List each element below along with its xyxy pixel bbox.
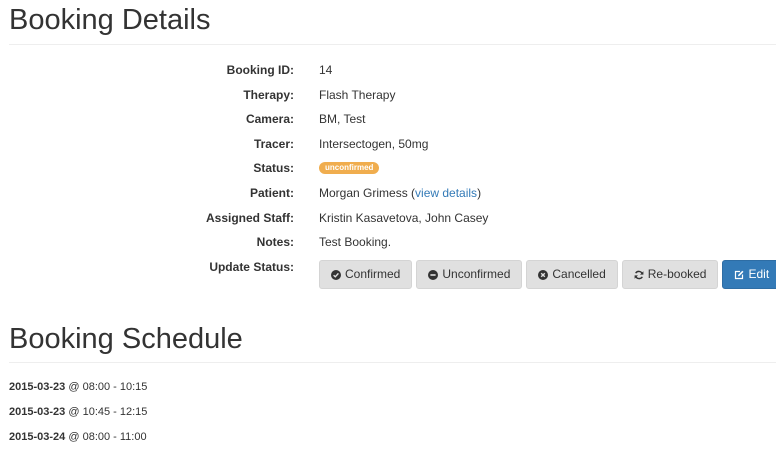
- status-row: Status: unconfirmed: [0, 158, 776, 178]
- booking-id-row: Booking ID: 14: [0, 60, 776, 80]
- schedule-date: 2015-03-24: [9, 431, 66, 443]
- assigned-staff-label: Assigned Staff:: [205, 211, 294, 225]
- update-status-label: Update Status:: [209, 260, 294, 274]
- patient-label: Patient:: [249, 186, 294, 200]
- notes-value: Test Booking.: [319, 235, 392, 249]
- notes-label: Notes:: [256, 235, 294, 249]
- status-label: Status:: [253, 161, 294, 175]
- schedule-time: 08:00 - 10:15: [82, 381, 148, 393]
- booking-id-label: Booking ID:: [226, 63, 294, 77]
- heading-divider: [9, 44, 776, 45]
- therapy-value: Flash Therapy: [319, 88, 396, 102]
- unconfirmed-button[interactable]: Unconfirmed: [416, 260, 523, 289]
- cancelled-label: Cancelled: [552, 267, 606, 281]
- rebooked-button[interactable]: Re-booked: [621, 260, 719, 289]
- tracer-label: Tracer:: [253, 137, 294, 151]
- schedule-date: 2015-03-23: [9, 406, 66, 418]
- times-circle-icon: [538, 269, 549, 280]
- schedule-date: 2015-03-23: [9, 381, 66, 393]
- schedule-item: 2015-03-23 @ 10:45 - 12:15: [9, 406, 148, 418]
- patient-row: Patient: Morgan Grimess (view details): [0, 183, 776, 203]
- assigned-staff-value: Kristin Kasavetova, John Casey: [319, 211, 489, 225]
- therapy-label: Therapy:: [243, 88, 294, 102]
- notes-row: Notes: Test Booking.: [0, 232, 776, 252]
- view-details-link[interactable]: view details: [415, 186, 477, 200]
- edit-icon: [735, 270, 744, 279]
- schedule-item: 2015-03-24 @ 08:00 - 11:00: [9, 431, 147, 443]
- tracer-value: Intersectogen, 50mg: [319, 137, 429, 151]
- schedule-divider: [9, 362, 776, 363]
- edit-label: Edit: [748, 267, 770, 281]
- refresh-icon: [634, 270, 644, 279]
- booking-id-value: 14: [319, 63, 333, 77]
- assigned-staff-row: Assigned Staff: Kristin Kasavetova, John…: [0, 208, 776, 228]
- status-button-group: Confirmed Unconfirmed Cancelled Re-booke…: [319, 260, 776, 289]
- schedule-item: 2015-03-23 @ 08:00 - 10:15: [9, 381, 148, 393]
- schedule-time: 10:45 - 12:15: [82, 406, 148, 418]
- camera-value: BM, Test: [319, 112, 366, 126]
- camera-label: Camera:: [245, 112, 294, 126]
- patient-name: Morgan Grimess: [319, 186, 408, 200]
- confirmed-label: Confirmed: [345, 267, 401, 281]
- edit-button[interactable]: Edit: [722, 260, 776, 289]
- therapy-row: Therapy: Flash Therapy: [0, 85, 776, 105]
- minus-circle-icon: [428, 269, 439, 280]
- status-badge: unconfirmed: [319, 161, 380, 174]
- rebooked-label: Re-booked: [647, 267, 707, 281]
- booking-schedule-heading: Booking Schedule: [9, 323, 243, 355]
- confirmed-button[interactable]: Confirmed: [319, 260, 413, 289]
- unconfirmed-label: Unconfirmed: [442, 267, 511, 281]
- check-circle-icon: [331, 269, 341, 280]
- schedule-time: 08:00 - 11:00: [82, 431, 147, 443]
- cancelled-button[interactable]: Cancelled: [526, 260, 618, 289]
- camera-row: Camera: BM, Test: [0, 109, 776, 129]
- tracer-row: Tracer: Intersectogen, 50mg: [0, 134, 776, 154]
- booking-details-heading: Booking Details: [9, 4, 211, 36]
